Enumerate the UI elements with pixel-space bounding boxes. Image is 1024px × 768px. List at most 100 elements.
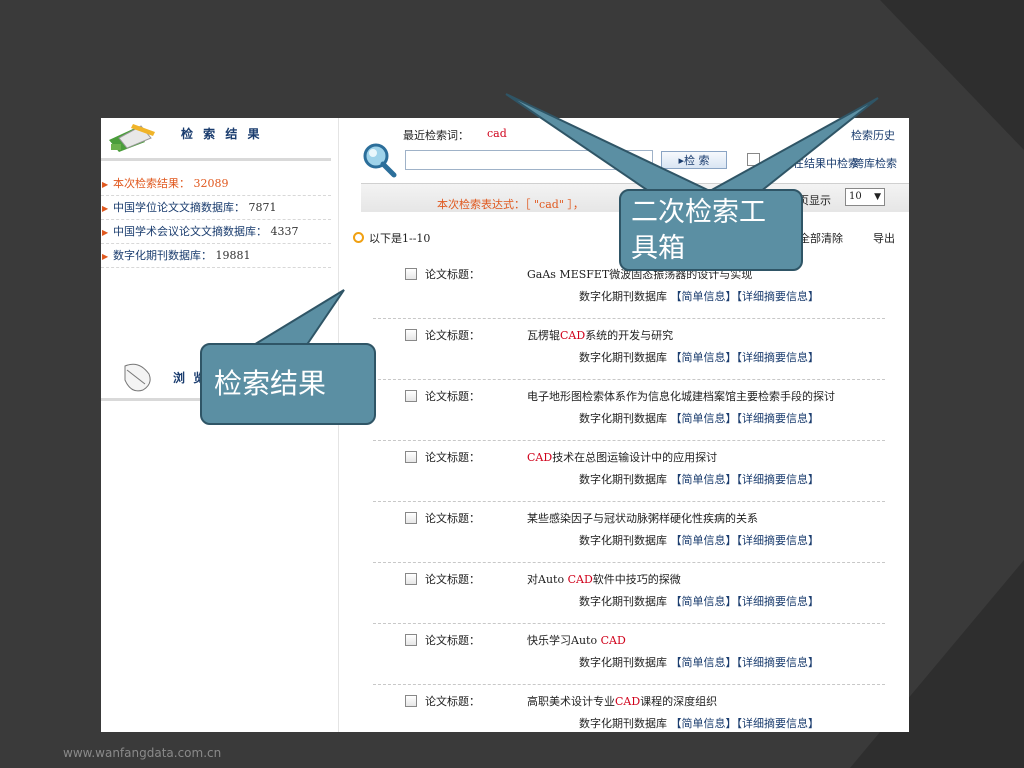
recent-term-link[interactable]: cad [487, 127, 507, 140]
title-text: 某些感染因子与冠状动脉粥样硬化性疾病的关系 [527, 512, 758, 525]
db-item-count: 32089 [193, 177, 229, 190]
callout-tools: 二次检索工具箱 [619, 189, 803, 271]
title-highlight: CAD [567, 573, 593, 586]
simple-info-link[interactable]: 【简单信息】 [671, 656, 737, 669]
db-item-label: 数字化期刊数据库： [113, 249, 212, 262]
record-checkbox[interactable] [405, 329, 417, 341]
record-title[interactable]: 某些感染因子与冠状动脉粥样硬化性疾病的关系 [527, 510, 758, 526]
db-item-count: 4337 [270, 225, 299, 238]
left-panel-title: 检 索 结 果 [181, 127, 263, 141]
record-title[interactable]: CAD技术在总图运输设计中的应用探讨 [527, 449, 717, 465]
record-checkbox[interactable] [405, 451, 417, 463]
detail-info-link[interactable]: 【详细摘要信息】 [737, 534, 820, 547]
db-count-list: ▶ 本次检索结果： 32089 ▶ 中国学位论文文摘数据库： 7871 ▶ 中国… [101, 172, 331, 268]
record-source: 数字化期刊数据库 [579, 473, 667, 486]
record-source-line: 数字化期刊数据库 【简单信息】【详细摘要信息】 [579, 410, 819, 426]
simple-info-link[interactable]: 【简单信息】 [671, 534, 737, 547]
title-text: 高职美术设计专业 [527, 695, 615, 708]
simple-info-link[interactable]: 【简单信息】 [671, 290, 737, 303]
record-checkbox[interactable] [405, 634, 417, 646]
left-sidebar: 检 索 结 果 ▶ 本次检索结果： 32089 ▶ 中国学位论文文摘数据库： 7… [101, 118, 339, 732]
record-source: 数字化期刊数据库 [579, 656, 667, 669]
recent-term-label: 最近检索词： [403, 129, 469, 142]
record-field-label: 论文标题： [425, 634, 480, 647]
record-title[interactable]: 快乐学习Auto CAD [527, 632, 626, 648]
record-checkbox[interactable] [405, 573, 417, 585]
db-item-label: 本次检索结果： [113, 177, 190, 190]
detail-info-link[interactable]: 【详细摘要信息】 [737, 595, 820, 608]
detail-info-link[interactable]: 【详细摘要信息】 [737, 473, 820, 486]
simple-info-link[interactable]: 【简单信息】 [671, 351, 737, 364]
db-item-conference[interactable]: ▶ 中国学术会议论文文摘数据库： 4337 [101, 220, 331, 244]
detail-info-link[interactable]: 【详细摘要信息】 [737, 412, 820, 425]
db-item-degree[interactable]: ▶ 中国学位论文文摘数据库： 7871 [101, 196, 331, 220]
arrow-right-icon: ▶ [102, 204, 109, 213]
db-item-label: 中国学术会议论文文摘数据库： [113, 225, 267, 238]
detail-info-link[interactable]: 【详细摘要信息】 [737, 656, 820, 669]
per-page-value: 10 [849, 191, 862, 202]
mouse-icon [124, 363, 151, 392]
search-input[interactable] [405, 150, 653, 170]
result-list: 论文标题： GaAs MESFET微波固态振荡器的设计与实现 数字化期刊数据库 … [373, 258, 885, 732]
search-expression: 本次检索表达式：［ "cad" ］， [437, 198, 584, 211]
record-field-label: 论文标题： [425, 390, 480, 403]
detail-info-link[interactable]: 【详细摘要信息】 [737, 717, 820, 730]
search-button[interactable]: ▸检 索 [661, 151, 727, 169]
db-item-current[interactable]: ▶ 本次检索结果： 32089 [101, 172, 331, 196]
record-source: 数字化期刊数据库 [579, 595, 667, 608]
db-item-journal[interactable]: ▶ 数字化期刊数据库： 19881 [101, 244, 331, 268]
record-checkbox[interactable] [405, 390, 417, 402]
simple-info-link[interactable]: 【简单信息】 [671, 717, 737, 730]
magnifier-icon [363, 143, 397, 178]
site-watermark: www.wanfangdata.com.cn [63, 746, 222, 760]
detail-info-link[interactable]: 【详细摘要信息】 [737, 290, 820, 303]
record-source-line: 数字化期刊数据库 【简单信息】【详细摘要信息】 [579, 715, 819, 731]
search-history-link[interactable]: 检索历史 [851, 127, 895, 143]
result-record: 论文标题： 某些感染因子与冠状动脉粥样硬化性疾病的关系 数字化期刊数据库 【简单… [373, 502, 885, 563]
cross-db-search-link[interactable]: 跨库检索 [853, 155, 897, 171]
title-text: 电子地形图检索体系作为信息化城建档案馆主要检索手段的探讨 [527, 390, 835, 403]
record-title[interactable]: 瓦楞辊CAD系统的开发与研究 [527, 327, 673, 343]
record-source-line: 数字化期刊数据库 【简单信息】【详细摘要信息】 [579, 288, 819, 304]
export-link[interactable]: 导出 [873, 230, 895, 246]
db-item-count: 19881 [215, 249, 251, 262]
left-header: 检 索 结 果 [101, 118, 331, 161]
title-highlight: CAD [527, 451, 553, 464]
title-text: 对Auto [527, 573, 568, 586]
chevron-down-icon: ▼ [874, 192, 881, 202]
record-source: 数字化期刊数据库 [579, 351, 667, 364]
title-text: 瓦楞辊 [527, 329, 560, 342]
simple-info-link[interactable]: 【简单信息】 [671, 473, 737, 486]
record-field-label: 论文标题： [425, 573, 480, 586]
record-title[interactable]: 对Auto CAD软件中技巧的探微 [527, 571, 681, 587]
record-field-label: 论文标题： [425, 268, 480, 281]
simple-info-link[interactable]: 【简单信息】 [671, 595, 737, 608]
title-text: 软件中技巧的探微 [592, 573, 681, 586]
detail-info-link[interactable]: 【详细摘要信息】 [737, 351, 820, 364]
record-source: 数字化期刊数据库 [579, 717, 667, 730]
record-checkbox[interactable] [405, 512, 417, 524]
result-record: 论文标题： 对Auto CAD软件中技巧的探微 数字化期刊数据库 【简单信息】【… [373, 563, 885, 624]
record-title[interactable]: 电子地形图检索体系作为信息化城建档案馆主要检索手段的探讨 [527, 388, 835, 404]
result-record: 论文标题： 瓦楞辊CAD系统的开发与研究 数字化期刊数据库 【简单信息】【详细摘… [373, 319, 885, 380]
result-record: 论文标题： CAD技术在总图运输设计中的应用探讨 数字化期刊数据库 【简单信息】… [373, 441, 885, 502]
title-text: 技术在总图运输设计中的应用探讨 [552, 451, 718, 464]
title-highlight: CAD [600, 634, 626, 647]
clear-all-link[interactable]: 全部清除 [799, 230, 843, 246]
result-record: 论文标题： 快乐学习Auto CAD 数字化期刊数据库 【简单信息】【详细摘要信… [373, 624, 885, 685]
callout-results: 检索结果 [200, 343, 376, 425]
record-source: 数字化期刊数据库 [579, 534, 667, 547]
simple-info-link[interactable]: 【简单信息】 [671, 412, 737, 425]
per-page-select[interactable]: 10 ▼ [845, 188, 885, 206]
record-source-line: 数字化期刊数据库 【简单信息】【详细摘要信息】 [579, 593, 819, 609]
arrow-right-icon: ▶ [102, 180, 109, 189]
record-source: 数字化期刊数据库 [579, 290, 667, 303]
record-checkbox[interactable] [405, 695, 417, 707]
title-text: 课程的深度组织 [640, 695, 718, 708]
arrow-right-icon: ▶ [102, 228, 109, 237]
record-checkbox[interactable] [405, 268, 417, 280]
title-text: 快乐学习Auto [527, 634, 601, 647]
circle-bullet-icon [353, 232, 364, 243]
record-title[interactable]: 高职美术设计专业CAD课程的深度组织 [527, 693, 717, 709]
search-within-checkbox[interactable] [747, 153, 760, 166]
